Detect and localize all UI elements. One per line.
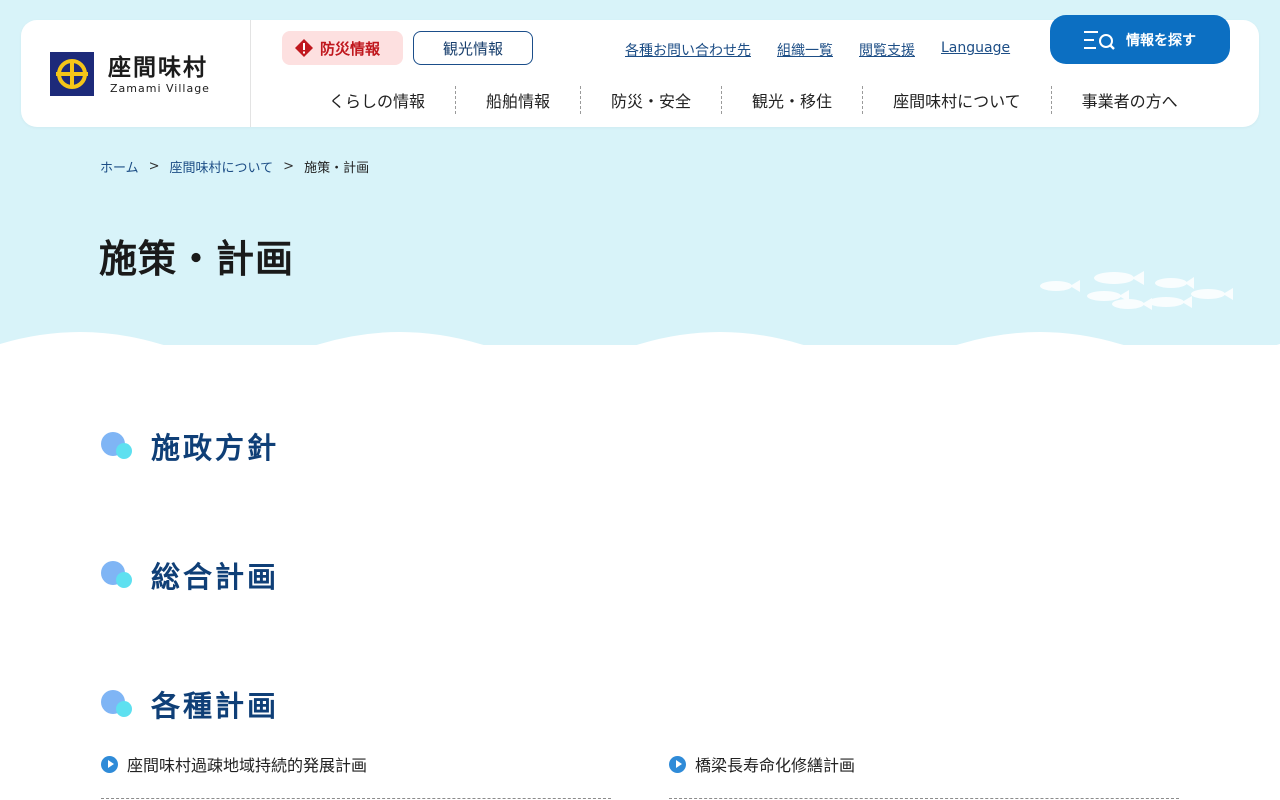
nav-item-living[interactable]: くらしの情報 bbox=[299, 86, 455, 114]
find-info-label: 情報を探す bbox=[1126, 32, 1196, 49]
plan-link-label: 橋梁長寿命化修繕計画 bbox=[695, 756, 856, 775]
section-heading-policy: 施政方針 bbox=[101, 425, 279, 467]
nav-item-business[interactable]: 事業者の方へ bbox=[1050, 86, 1208, 114]
village-emblem-icon bbox=[50, 52, 94, 96]
logo-link[interactable]: 座間味村 Zamami Village bbox=[21, 20, 251, 127]
bubble-icon bbox=[101, 432, 133, 460]
arrow-circle-icon bbox=[669, 755, 686, 773]
section-heading-comprehensive: 総合計画 bbox=[101, 554, 279, 596]
breadcrumb-current: 施策・計画 bbox=[304, 161, 370, 176]
utility-links: 各種お問い合わせ先 組織一覧 閲覧支援 Language bbox=[625, 40, 1010, 60]
breadcrumb-home[interactable]: ホーム bbox=[100, 157, 139, 176]
language-link[interactable]: Language bbox=[941, 40, 1010, 60]
section-heading-various: 各種計画 bbox=[101, 683, 279, 725]
nav-item-safety[interactable]: 防災・安全 bbox=[580, 86, 721, 114]
nav-item-about[interactable]: 座間味村について bbox=[862, 86, 1051, 114]
global-nav: くらしの情報 船舶情報 防災・安全 観光・移住 座間味村について 事業者の方へ bbox=[299, 86, 1208, 114]
section-title: 総合計画 bbox=[151, 560, 280, 594]
fish-decoration bbox=[1040, 271, 1233, 310]
nav-item-tourism[interactable]: 観光・移住 bbox=[721, 86, 862, 114]
search-menu-icon bbox=[1084, 30, 1115, 50]
tourism-info-button[interactable]: 観光情報 bbox=[413, 31, 533, 65]
disaster-info-button[interactable]: 防災情報 bbox=[282, 31, 403, 65]
breadcrumb-separator: > bbox=[283, 159, 295, 174]
plan-link-depopulation[interactable]: 座間味村過疎地域持続的発展計画 bbox=[101, 749, 611, 799]
breadcrumb-separator: > bbox=[148, 159, 160, 174]
site-header: 座間味村 Zamami Village 防災情報 観光情報 各種お問い合わせ先 … bbox=[21, 15, 1259, 127]
plan-link-bridge[interactable]: 橋梁長寿命化修繕計画 bbox=[669, 749, 1179, 799]
warning-icon bbox=[295, 39, 313, 57]
wave-divider bbox=[0, 332, 1280, 358]
section-title: 各種計画 bbox=[151, 689, 280, 723]
plan-link-label: 座間味村過疎地域持続的発展計画 bbox=[127, 756, 368, 775]
breadcrumb: ホーム > 座間味村について > 施策・計画 bbox=[100, 157, 369, 176]
plan-links: 座間味村過疎地域持続的発展計画 橋梁長寿命化修繕計画 bbox=[101, 749, 1181, 799]
find-info-button[interactable]: 情報を探す bbox=[1050, 15, 1230, 64]
accessibility-link[interactable]: 閲覧支援 bbox=[859, 40, 915, 60]
bubble-icon bbox=[101, 690, 133, 718]
section-title: 施政方針 bbox=[151, 431, 280, 465]
nav-item-ferry[interactable]: 船舶情報 bbox=[455, 86, 580, 114]
organization-list-link[interactable]: 組織一覧 bbox=[777, 40, 833, 60]
contact-link[interactable]: 各種お問い合わせ先 bbox=[625, 40, 751, 60]
breadcrumb-about[interactable]: 座間味村について bbox=[170, 157, 274, 176]
bubble-icon bbox=[101, 561, 133, 589]
logo-text-jp: 座間味村 bbox=[108, 55, 208, 81]
disaster-info-label: 防災情報 bbox=[320, 39, 381, 58]
page-title: 施策・計画 bbox=[99, 237, 295, 281]
arrow-circle-icon bbox=[101, 755, 118, 773]
logo-text-en: Zamami Village bbox=[110, 82, 210, 95]
